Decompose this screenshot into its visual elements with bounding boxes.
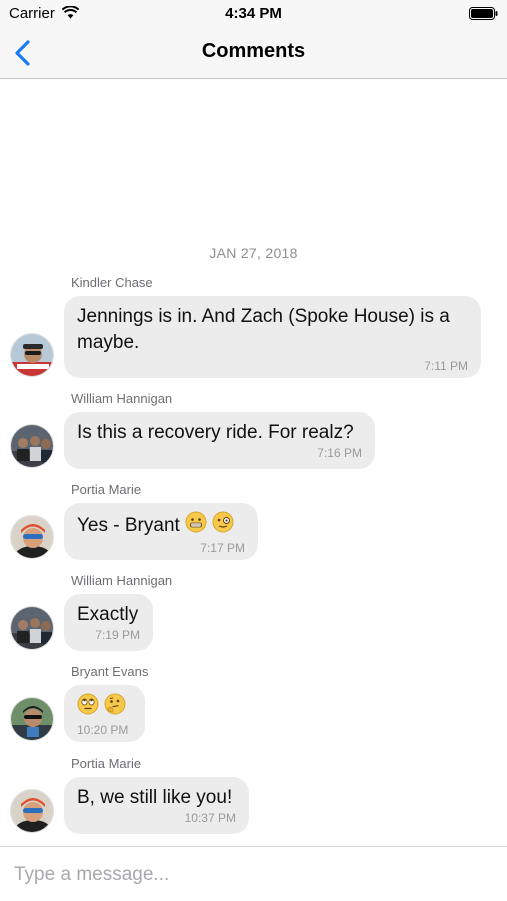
message-bubble[interactable]: Jennings is in. And Zach (Spoke House) i… bbox=[64, 296, 481, 378]
avatar[interactable] bbox=[10, 333, 54, 377]
message-bubble[interactable]: Yes - Bryant 7:17 PM bbox=[64, 503, 258, 560]
thinking-face-emoji bbox=[104, 693, 126, 723]
avatar[interactable] bbox=[10, 424, 54, 468]
message-text: Jennings is in. And Zach (Spoke House) i… bbox=[77, 306, 450, 353]
message-timestamp: 10:20 PM bbox=[77, 723, 129, 737]
message-timestamp: 7:17 PM bbox=[200, 541, 245, 555]
status-time: 4:34 PM bbox=[225, 5, 282, 22]
message-input[interactable] bbox=[12, 859, 496, 891]
message-timestamp: 7:11 PM bbox=[424, 359, 468, 373]
battery-icon bbox=[469, 7, 498, 20]
message-timestamp: 7:16 PM bbox=[317, 446, 362, 460]
page-title: Comments bbox=[201, 40, 306, 62]
message-text bbox=[77, 693, 132, 723]
message-text-content: Yes - Bryant bbox=[77, 515, 180, 537]
message-text: Yes - Bryant bbox=[77, 511, 245, 541]
message-composer bbox=[0, 846, 507, 901]
avatar[interactable] bbox=[10, 606, 54, 650]
date-header: JAN 27, 2018 bbox=[209, 245, 298, 261]
sender-name: Portia Marie bbox=[71, 482, 142, 497]
sender-name: Kindler Chase bbox=[71, 275, 153, 290]
face-with-monocle-emoji bbox=[212, 511, 234, 541]
grimacing-face-emoji bbox=[185, 511, 207, 541]
message-bubble[interactable]: Exactly 7:19 PM bbox=[64, 594, 153, 651]
message-text: Exactly bbox=[77, 604, 139, 625]
avatar[interactable] bbox=[10, 515, 54, 559]
nav-bar: Comments bbox=[0, 28, 507, 79]
message-bubble[interactable]: B, we still like you! 10:37 PM bbox=[64, 777, 249, 834]
sender-name: Portia Marie bbox=[71, 756, 142, 771]
message-timestamp: 10:37 PM bbox=[184, 811, 236, 825]
rolling-eyes-emoji bbox=[77, 693, 99, 723]
message-bubble[interactable]: Is this a recovery ride. For realz? 7:16… bbox=[64, 412, 375, 469]
avatar[interactable] bbox=[10, 697, 54, 741]
message-bubble[interactable]: 10:20 PM bbox=[64, 685, 145, 742]
sender-name: William Hannigan bbox=[71, 573, 173, 588]
sender-name: Bryant Evans bbox=[71, 664, 149, 679]
avatar[interactable] bbox=[10, 789, 54, 833]
message-text: B, we still like you! bbox=[77, 787, 233, 808]
message-text: Is this a recovery ride. For realz? bbox=[77, 422, 354, 443]
sender-name: William Hannigan bbox=[71, 391, 173, 406]
message-timestamp: 7:19 PM bbox=[95, 628, 140, 642]
status-bar: Carrier 4:34 PM bbox=[0, 0, 507, 28]
